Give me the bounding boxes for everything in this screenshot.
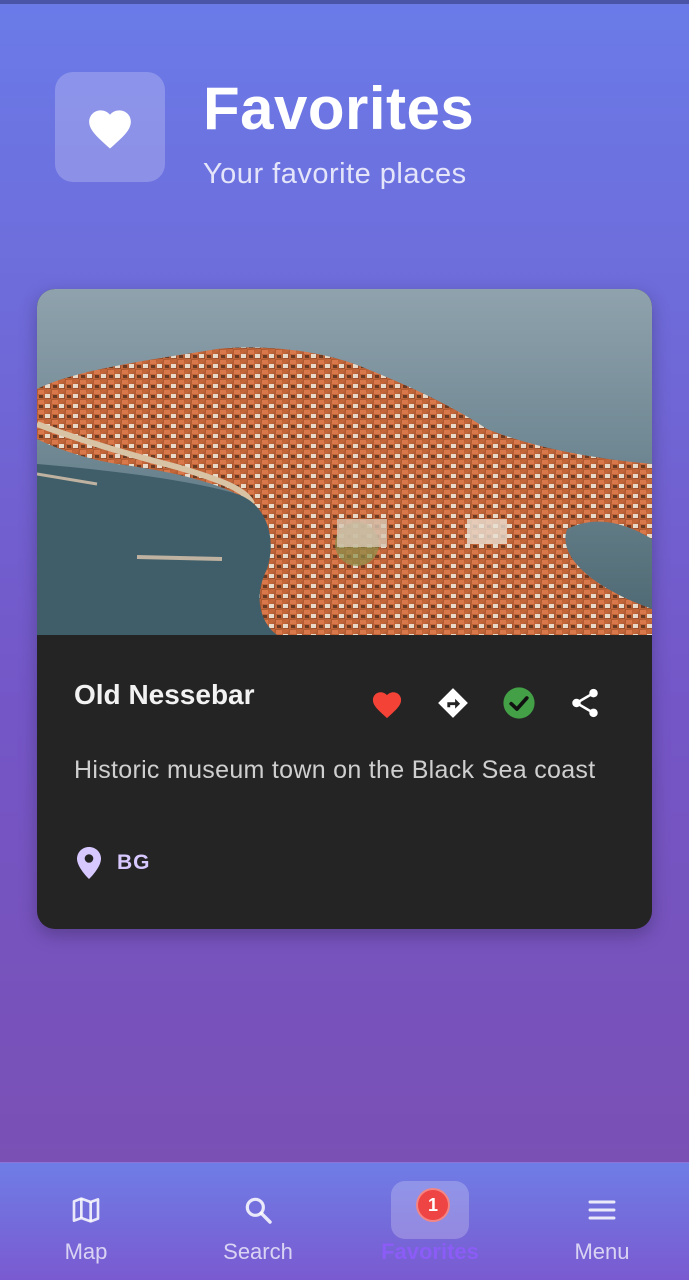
- card-body: Old Nessebar Historic museum town on the…: [37, 635, 652, 929]
- location-pin-icon: [77, 847, 101, 879]
- nav-item-search[interactable]: Search: [172, 1163, 344, 1280]
- status-bar-edge: [0, 0, 689, 4]
- heart-icon: [372, 691, 402, 718]
- heart-icon: [89, 110, 131, 149]
- visited-button[interactable]: [499, 683, 539, 723]
- share-button[interactable]: [565, 683, 605, 723]
- map-icon: [72, 1197, 100, 1223]
- directions-icon: [438, 688, 468, 718]
- directions-button[interactable]: [433, 683, 473, 723]
- check-circle-icon: [503, 687, 535, 719]
- favorite-button[interactable]: [367, 683, 407, 723]
- page-header: Favorites Your favorite places: [55, 72, 655, 202]
- place-card[interactable]: Old Nessebar Historic museum town on the…: [37, 289, 652, 929]
- share-icon: [572, 688, 598, 718]
- nav-label: Favorites: [381, 1239, 479, 1264]
- search-icon: [245, 1197, 272, 1224]
- nav-label: Map: [64, 1239, 108, 1264]
- nav-item-favorites[interactable]: 1 Favorites: [344, 1163, 516, 1280]
- favorites-count-badge: 1: [416, 1188, 450, 1222]
- place-photo: [37, 289, 652, 635]
- nav-label: Menu: [574, 1239, 630, 1264]
- place-description: Historic museum town on the Black Sea co…: [74, 756, 596, 784]
- place-name: Old Nessebar: [74, 679, 255, 710]
- nav-item-menu[interactable]: Menu: [516, 1163, 688, 1280]
- header-icon-tile: [55, 72, 165, 182]
- nav-item-map[interactable]: Map: [0, 1163, 172, 1280]
- card-actions: [367, 683, 617, 723]
- place-location: BG: [77, 845, 151, 881]
- country-code: BG: [117, 851, 151, 874]
- bottom-navigation: Map Search 1 Favorites Menu: [0, 1162, 689, 1280]
- page-title: Favorites: [203, 75, 475, 142]
- menu-icon: [588, 1200, 616, 1220]
- page-subtitle: Your favorite places: [203, 158, 467, 190]
- nav-label: Search: [223, 1239, 293, 1264]
